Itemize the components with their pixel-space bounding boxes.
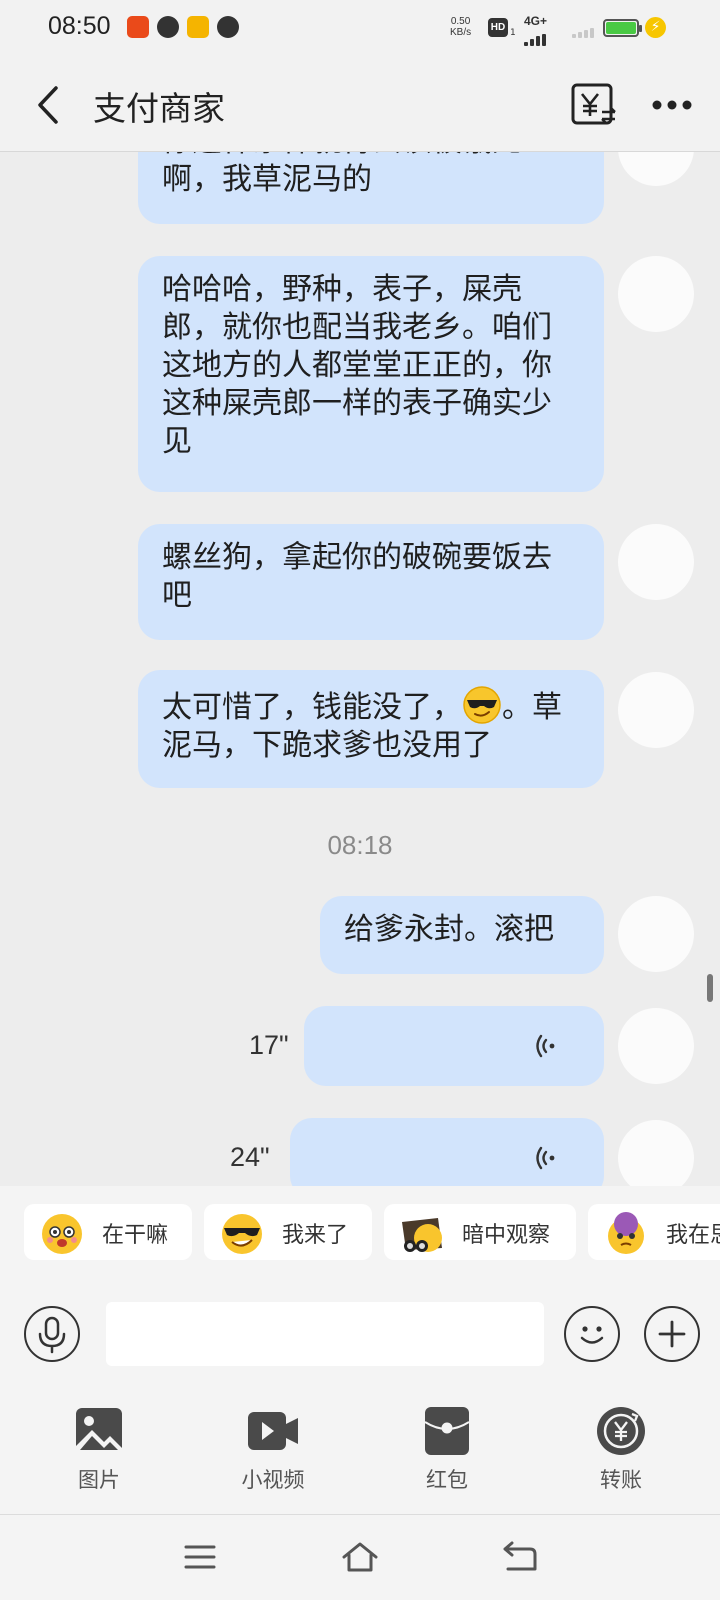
function-panel: 图片 小视频 红包 转账 (0, 1378, 720, 1514)
voice-duration: 24" (230, 1142, 270, 1172)
message-bubble[interactable]: 哈哈哈，野种，表子，屎壳郎，就你也配当我老乡。咱们这地方的人都堂堂正正的，你这种… (138, 256, 604, 492)
microphone-icon (38, 1316, 65, 1353)
status-bar: 08:50 0.50 KB/s HD 1 4G+ ⚡ (0, 0, 720, 58)
voice-input-button[interactable] (24, 1306, 80, 1362)
red-packet-button[interactable]: 红包 (402, 1406, 492, 1494)
avatar[interactable] (618, 256, 694, 332)
transfer-icon (597, 1407, 645, 1455)
battery-icon (603, 19, 642, 37)
back-icon[interactable] (500, 1539, 540, 1575)
image-button[interactable]: 图片 (54, 1406, 144, 1494)
red-packet-icon (424, 1407, 470, 1455)
back-arrow-icon[interactable] (30, 82, 70, 128)
chat-notification-icon (217, 16, 239, 38)
avatar[interactable] (618, 1120, 694, 1186)
tool-label: 红包 (426, 1468, 468, 1492)
sticker-thinking-icon (608, 1212, 644, 1254)
sticker-label: 我在思考 (666, 1223, 720, 1248)
short-video-button[interactable]: 小视频 (228, 1406, 318, 1494)
more-functions-button[interactable] (644, 1306, 700, 1362)
voice-wave-icon (536, 1034, 555, 1058)
shopping-app-icon (127, 16, 149, 38)
sticker-doing-what-icon (42, 1214, 82, 1254)
charging-icon: ⚡ (645, 17, 666, 38)
merchant-payment-icon[interactable] (570, 82, 618, 128)
chat-header: 支付商家 (0, 58, 720, 152)
message-list[interactable]: 你这样东样就得去该被饿死啊，我草泥马的 哈哈哈，野种，表子，屎壳郎，就你也配当我… (0, 152, 720, 1186)
avatar[interactable] (618, 524, 694, 600)
sticker-observing-icon (402, 1218, 442, 1252)
hd-voice-icon: HD (488, 18, 508, 37)
sticker-suggestion[interactable]: 我在思考 (588, 1204, 720, 1260)
sim-index: 1 (510, 28, 516, 38)
image-icon (76, 1408, 122, 1454)
sticker-suggestion-bar[interactable]: 在干嘛 我来了 暗中观察 我在思考 (0, 1186, 720, 1288)
mail-notification-icon (187, 16, 209, 38)
message-timestamp: 08:18 (327, 830, 393, 860)
menu-icon[interactable] (180, 1539, 220, 1575)
tool-label: 转账 (600, 1468, 642, 1492)
link-app-icon (157, 16, 179, 38)
system-navigation-bar (0, 1514, 720, 1600)
avatar[interactable] (618, 672, 694, 748)
sticker-label: 我来了 (282, 1223, 349, 1248)
voice-message-bubble[interactable] (304, 1006, 604, 1086)
tool-label: 图片 (78, 1468, 120, 1492)
sticker-coming-icon (222, 1214, 262, 1254)
status-time: 08:50 (48, 12, 111, 40)
avatar[interactable] (618, 152, 694, 186)
smiley-icon (580, 1325, 603, 1344)
tool-label: 小视频 (241, 1468, 305, 1492)
signal-strength-2-icon (572, 18, 594, 38)
message-bubble[interactable]: 你这样东样就得去该被饿死啊，我草泥马的 (138, 152, 604, 224)
home-icon[interactable] (340, 1539, 380, 1575)
avatar[interactable] (618, 1008, 694, 1084)
message-bubble[interactable]: 给爹永封。滚把 (320, 896, 604, 974)
cool-face-emoji-icon (463, 686, 501, 724)
sticker-suggestion[interactable]: 我来了 (204, 1204, 372, 1260)
message-bubble[interactable]: 太可惜了，钱能没了， 。草泥马，下跪求爹也没用了 (138, 670, 604, 788)
voice-duration: 17" (249, 1030, 289, 1060)
emoji-button[interactable] (564, 1306, 620, 1362)
video-icon (248, 1412, 298, 1450)
sticker-label: 暗中观察 (462, 1223, 551, 1248)
voice-wave-icon (536, 1146, 555, 1170)
chat-title: 支付商家 (93, 89, 225, 128)
voice-message-bubble[interactable] (290, 1118, 604, 1186)
more-options-icon[interactable] (650, 90, 694, 120)
scrollbar[interactable] (707, 974, 713, 1002)
sticker-label: 在干嘛 (102, 1223, 169, 1248)
plus-icon (658, 1320, 685, 1347)
sticker-suggestion[interactable]: 暗中观察 (384, 1204, 576, 1260)
sticker-suggestion[interactable]: 在干嘛 (24, 1204, 192, 1260)
signal-strength-icon (524, 26, 546, 46)
message-input[interactable] (106, 1302, 544, 1366)
avatar[interactable] (618, 896, 694, 972)
network-speed: 0.50 KB/s (450, 16, 472, 38)
transfer-button[interactable]: 转账 (576, 1406, 666, 1494)
message-bubble[interactable]: 螺丝狗，拿起你的破碗要饭去吧 (138, 524, 604, 640)
message-input-bar (0, 1288, 720, 1378)
